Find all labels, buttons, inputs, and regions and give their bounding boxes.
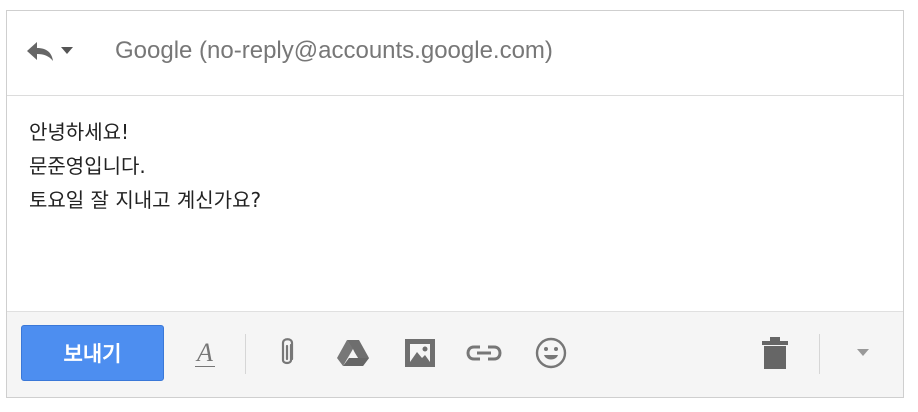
insert-emoji-button[interactable] <box>531 333 571 373</box>
image-icon <box>404 338 436 368</box>
emoji-icon <box>535 337 567 369</box>
link-icon <box>466 344 502 362</box>
trash-icon <box>762 337 788 369</box>
discard-draft-button[interactable] <box>755 333 795 373</box>
body-line: 토요일 잘 지내고 계신가요? <box>29 188 262 212</box>
formatting-button[interactable]: A <box>185 333 225 373</box>
send-button[interactable]: 보내기 <box>21 325 164 381</box>
insert-drive-button[interactable] <box>333 333 373 373</box>
from-recipient[interactable]: Google (no-reply@accounts.google.com) <box>115 37 553 65</box>
toolbar-divider <box>245 334 246 374</box>
compose-window: Google (no-reply@accounts.google.com) 안녕… <box>6 10 904 398</box>
body-line: 안녕하세요! <box>29 120 130 144</box>
toolbar-divider <box>819 334 820 374</box>
insert-photo-button[interactable] <box>400 333 440 373</box>
paperclip-icon <box>277 337 297 369</box>
drive-icon <box>336 338 370 368</box>
attach-file-button[interactable] <box>267 333 307 373</box>
compose-header: Google (no-reply@accounts.google.com) <box>7 11 903 96</box>
reply-icon <box>25 39 55 63</box>
compose-toolbar: 보내기 A <box>7 311 903 397</box>
more-options-button[interactable] <box>843 333 883 373</box>
insert-link-button[interactable] <box>464 333 504 373</box>
message-body[interactable]: 안녕하세요! 문준영입니다. 토요일 잘 지내고 계신가요? <box>29 115 881 217</box>
format-text-icon: A <box>195 337 215 367</box>
reply-type-button[interactable] <box>25 35 81 67</box>
more-options-icon <box>857 349 869 357</box>
body-line: 문준영입니다. <box>29 154 146 178</box>
chevron-down-icon <box>61 47 73 55</box>
